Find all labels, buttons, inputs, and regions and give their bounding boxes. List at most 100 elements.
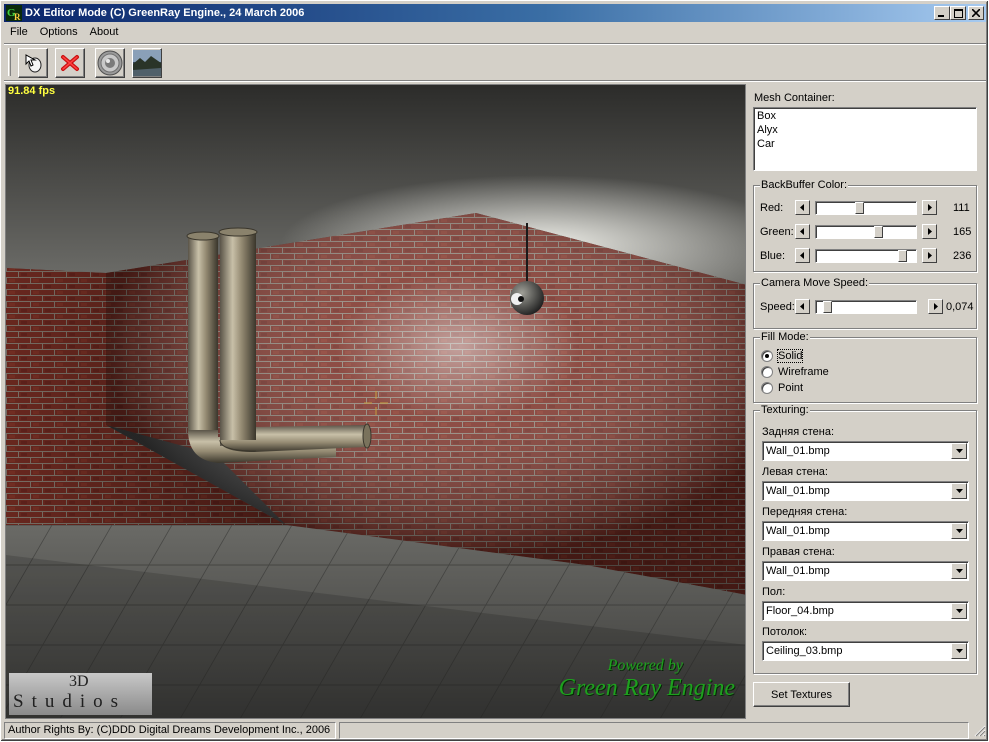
dropdown-button[interactable] [951, 643, 967, 659]
texturing-title: Texturing: [760, 404, 810, 416]
menu-file[interactable]: File [4, 24, 34, 42]
dropdown-button[interactable] [951, 603, 967, 619]
menu-about[interactable]: About [84, 24, 125, 42]
arrow-left-icon [800, 252, 804, 259]
floor-texture-select[interactable]: Floor_04.bmp [762, 601, 969, 621]
fill-mode-option-point[interactable]: Point [761, 380, 803, 396]
combo-value: Wall_01.bmp [766, 445, 830, 457]
texture-slot-label: Передняя стена: [762, 506, 848, 518]
mesh-list-item[interactable]: Car [757, 138, 973, 152]
sound-tool-button[interactable] [95, 48, 125, 78]
mesh-listbox[interactable]: Box Alyx Car [753, 107, 977, 171]
speed-increase-button[interactable] [928, 299, 943, 314]
arrow-left-icon [800, 204, 804, 211]
status-text: Author Rights By: (C)DDD Digital Dreams … [4, 722, 336, 739]
menu-options[interactable]: Options [34, 24, 84, 42]
speed-slider[interactable] [815, 300, 917, 314]
red-slider-thumb[interactable] [855, 202, 864, 214]
close-button[interactable] [968, 6, 984, 20]
dropdown-button[interactable] [951, 443, 967, 459]
arrow-right-icon [928, 228, 932, 235]
title-bar[interactable]: G R DX Editor Mode (C) GreenRay Engine.,… [4, 4, 986, 22]
chevron-down-icon [955, 449, 963, 453]
texture-slot-label: Левая стена: [762, 466, 828, 478]
maximize-icon [953, 8, 963, 18]
control-panel: Mesh Container: Box Alyx Car BackBuffer … [752, 84, 978, 719]
arrow-right-icon [934, 303, 938, 310]
blue-increase-button[interactable] [922, 248, 937, 263]
texture-slot-label: Задняя стена: [762, 426, 835, 438]
logo-line-1: 3D [69, 673, 89, 690]
render-viewport[interactable]: 91.84 fps 3D Studios Powered by Green Ra… [5, 84, 746, 719]
greenray-logo-icon: G R [6, 5, 22, 21]
speed-slider-thumb[interactable] [823, 301, 832, 313]
radio-label: Point [778, 382, 804, 394]
red-increase-button[interactable] [922, 200, 937, 215]
texturing-group: Texturing: Задняя стена: Wall_01.bmp Лев… [753, 404, 977, 674]
combo-value: Wall_01.bmp [766, 565, 830, 577]
blue-slider-thumb[interactable] [898, 250, 907, 262]
green-value: 165 [953, 226, 972, 238]
chevron-down-icon [955, 489, 963, 493]
close-icon [972, 9, 980, 17]
back-wall-texture-select[interactable]: Wall_01.bmp [762, 441, 969, 461]
texture-slot-label: Пол: [762, 586, 786, 598]
minimize-icon [938, 15, 944, 17]
fill-mode-option-solid[interactable]: Solid [761, 348, 804, 364]
dropdown-button[interactable] [951, 523, 967, 539]
window-title: DX Editor Mode (C) GreenRay Engine., 24 … [25, 7, 305, 19]
combo-value: Wall_01.bmp [766, 525, 830, 537]
landscape-tool-button[interactable] [132, 48, 162, 78]
green-increase-button[interactable] [922, 224, 937, 239]
set-textures-button[interactable]: Set Textures [753, 682, 850, 707]
right-wall-texture-select[interactable]: Wall_01.bmp [762, 561, 969, 581]
dropdown-button[interactable] [951, 563, 967, 579]
green-decrease-button[interactable] [795, 224, 810, 239]
status-bar: Author Rights By: (C)DDD Digital Dreams … [4, 721, 986, 740]
front-wall-texture-select[interactable]: Wall_01.bmp [762, 521, 969, 541]
radio-button[interactable] [761, 350, 773, 362]
arrow-left-icon [800, 303, 804, 310]
radio-label: Wireframe [778, 366, 829, 378]
blue-slider[interactable] [815, 249, 917, 263]
mesh-list-item[interactable]: Box [757, 110, 973, 124]
speed-slider-row: Speed: 0,074 [760, 298, 974, 316]
combo-value: Floor_04.bmp [766, 605, 834, 617]
engine-name-line: Green Ray Engine [558, 675, 735, 701]
green-slider-thumb[interactable] [874, 226, 883, 238]
delete-tool-button[interactable] [55, 48, 85, 78]
blue-label: Blue: [760, 250, 786, 262]
resize-grip-icon[interactable] [972, 723, 986, 737]
radio-button[interactable] [761, 382, 773, 394]
svg-text:R: R [14, 12, 21, 21]
fill-mode-group: Fill Mode: Solid Wireframe Point [753, 331, 977, 403]
app-window: G R DX Editor Mode (C) GreenRay Engine.,… [0, 0, 989, 742]
select-tool-button[interactable] [18, 48, 48, 78]
camera-speed-title: Camera Move Speed: [760, 277, 869, 289]
dropdown-button[interactable] [951, 483, 967, 499]
backbuffer-color-group: BackBuffer Color: Red: 111 Green: 165 Bl… [753, 179, 977, 272]
fill-mode-option-wireframe[interactable]: Wireframe [761, 364, 829, 380]
mesh-list-item[interactable]: Alyx [757, 124, 973, 138]
minimize-button[interactable] [934, 6, 950, 20]
combo-value: Ceiling_03.bmp [766, 645, 843, 657]
green-slider[interactable] [815, 225, 917, 239]
powered-by-line: Powered by [607, 657, 683, 674]
red-slider[interactable] [815, 201, 917, 215]
red-decrease-button[interactable] [795, 200, 810, 215]
blue-decrease-button[interactable] [795, 248, 810, 263]
maximize-button[interactable] [950, 6, 966, 20]
menu-bar: File Options About [4, 24, 124, 42]
speed-decrease-button[interactable] [795, 299, 810, 314]
speed-value: 0,074 [946, 301, 974, 313]
toolbar [4, 43, 986, 81]
ceiling-texture-select[interactable]: Ceiling_03.bmp [762, 641, 969, 661]
radio-button[interactable] [761, 366, 773, 378]
texture-slot-label: Потолок: [762, 626, 808, 638]
landscape-icon [133, 50, 161, 76]
left-wall-texture-select[interactable]: Wall_01.bmp [762, 481, 969, 501]
scene-render [6, 85, 745, 718]
powered-by-banner: Powered by Green Ray Engine [559, 657, 735, 702]
chevron-down-icon [955, 569, 963, 573]
toolbar-grip[interactable] [8, 48, 11, 76]
